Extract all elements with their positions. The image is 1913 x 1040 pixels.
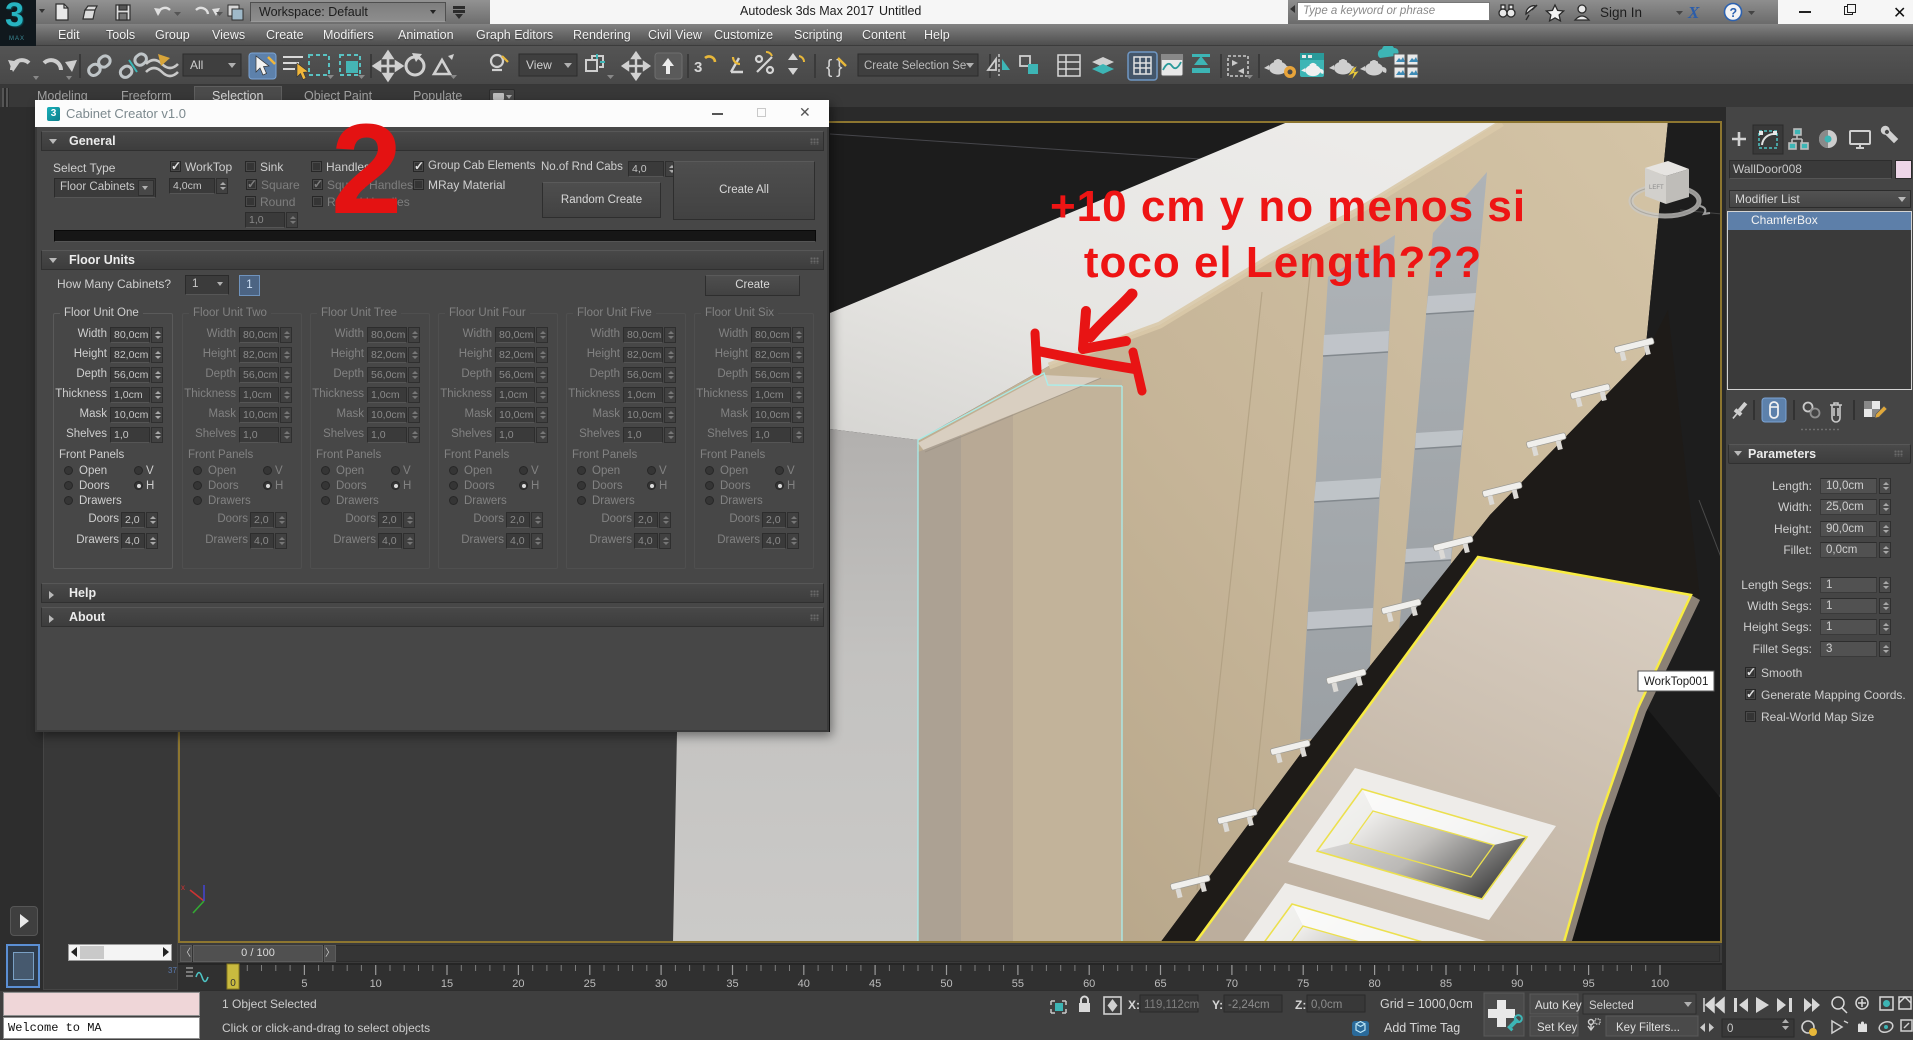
svg-text:Sign In: Sign In — [1600, 5, 1642, 20]
svg-text:85: 85 — [1440, 978, 1452, 990]
svg-text:40: 40 — [798, 978, 810, 990]
svg-text:Y:: Y: — [1212, 998, 1223, 1012]
svg-text:Key Filters...: Key Filters... — [1616, 1022, 1680, 1034]
svg-text:Auto Key: Auto Key — [1535, 1000, 1582, 1012]
svg-text:35: 35 — [726, 978, 738, 990]
svg-text:55: 55 — [1012, 978, 1024, 990]
svg-text:0: 0 — [230, 978, 236, 989]
svg-text:119,112cm: 119,112cm — [1144, 999, 1199, 1011]
svg-text:65: 65 — [1154, 978, 1166, 990]
svg-text:95: 95 — [1582, 978, 1594, 990]
svg-text:?: ? — [1730, 6, 1738, 20]
svg-text:50: 50 — [940, 978, 952, 990]
svg-text:80: 80 — [1368, 978, 1380, 990]
svg-text:Create Selection Se: Create Selection Se — [864, 60, 966, 72]
svg-text:10: 10 — [370, 978, 382, 990]
svg-text:100: 100 — [1651, 978, 1669, 990]
svg-text:Set Key: Set Key — [1537, 1022, 1578, 1034]
svg-text:+10 cm y no menos si: +10 cm y no menos si — [1050, 182, 1526, 231]
svg-text:30: 30 — [655, 978, 667, 990]
svg-text:LEFT: LEFT — [1649, 185, 1664, 191]
svg-text:0: 0 — [1727, 1023, 1733, 1035]
svg-text:3: 3 — [694, 59, 702, 76]
svg-text:Selected: Selected — [1589, 1000, 1634, 1012]
svg-text:25: 25 — [584, 978, 596, 990]
svg-text:70: 70 — [1226, 978, 1238, 990]
svg-text:Grid = 1000,0cm: Grid = 1000,0cm — [1380, 997, 1473, 1011]
svg-text:20: 20 — [512, 978, 524, 990]
svg-text:75: 75 — [1297, 978, 1309, 990]
svg-text:15: 15 — [441, 978, 453, 990]
svg-text:toco el Length???: toco el Length??? — [1084, 238, 1482, 287]
svg-text:View: View — [526, 58, 552, 72]
svg-text:X: X — [1687, 3, 1700, 22]
svg-text:Z:: Z: — [1295, 998, 1306, 1012]
svg-text:45: 45 — [869, 978, 881, 990]
svg-text:WorkTop001: WorkTop001 — [1644, 676, 1708, 688]
svg-text:60: 60 — [1083, 978, 1095, 990]
svg-text:90: 90 — [1511, 978, 1523, 990]
svg-text:-2,24cm: -2,24cm — [1228, 999, 1270, 1011]
svg-text:5: 5 — [301, 978, 307, 990]
svg-text:x: x — [181, 883, 185, 892]
svg-text:X:: X: — [1128, 998, 1140, 1012]
svg-text:0,0cm: 0,0cm — [1311, 999, 1342, 1011]
svg-text:Add Time Tag: Add Time Tag — [1384, 1021, 1460, 1035]
svg-text:All: All — [190, 58, 203, 72]
